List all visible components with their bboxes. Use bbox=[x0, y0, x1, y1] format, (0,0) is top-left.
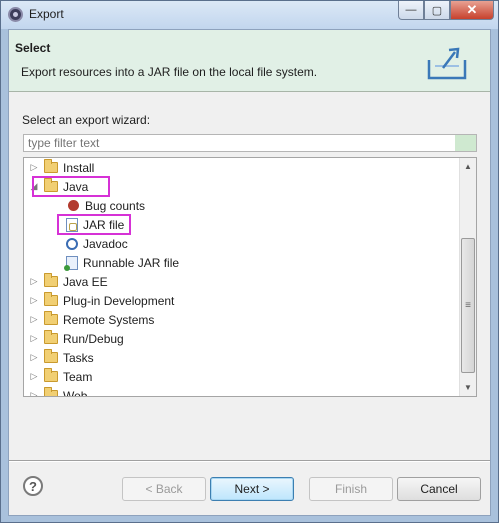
export-dialog: Export — ▢ ✕ Select Export resources int… bbox=[0, 0, 499, 523]
expand-arrow-icon[interactable]: ▷ bbox=[28, 162, 40, 173]
filter-input[interactable] bbox=[23, 134, 477, 152]
folder-icon bbox=[44, 273, 58, 287]
folder-open-icon bbox=[44, 178, 58, 192]
back-button[interactable]: < Back bbox=[122, 477, 206, 501]
runnable-jar-icon bbox=[64, 255, 78, 271]
tree-item-label: Install bbox=[63, 160, 95, 175]
close-button[interactable]: ✕ bbox=[450, 1, 494, 20]
expand-arrow-icon[interactable]: ▷ bbox=[28, 295, 40, 306]
jar-file-icon bbox=[66, 217, 78, 232]
minimize-button[interactable]: — bbox=[398, 1, 424, 20]
tree-item-label: Java EE bbox=[63, 274, 108, 289]
page-title: Select bbox=[15, 41, 51, 55]
tree-item-label: Plug-in Development bbox=[63, 293, 175, 308]
wizard-tree[interactable]: ▷ Install ◢ Java Bug counts JAR file Jav… bbox=[23, 157, 477, 397]
tree-item-label: Run/Debug bbox=[63, 331, 124, 346]
folder-icon bbox=[44, 159, 58, 173]
window-title: Export bbox=[29, 7, 64, 21]
dialog-client-area: Select Export resources into a JAR file … bbox=[8, 29, 491, 516]
javadoc-icon bbox=[66, 237, 78, 250]
maximize-button[interactable]: ▢ bbox=[424, 1, 450, 20]
expand-arrow-icon[interactable]: ▷ bbox=[28, 390, 40, 396]
eclipse-icon bbox=[8, 7, 23, 22]
tree-item-label: Javadoc bbox=[83, 236, 128, 251]
grip-icon: ≡ bbox=[465, 300, 471, 311]
tree-item-install[interactable]: ▷ Install bbox=[28, 158, 94, 177]
tree-item-java[interactable]: ◢ Java bbox=[28, 177, 88, 196]
folder-icon bbox=[44, 387, 58, 396]
tree-item-label: Bug counts bbox=[85, 198, 146, 213]
tree-item-label: Tasks bbox=[63, 350, 94, 365]
tree-item-web[interactable]: ▷ Web bbox=[28, 386, 88, 397]
finish-button[interactable]: Finish bbox=[309, 477, 393, 501]
expand-arrow-icon[interactable]: ▷ bbox=[28, 314, 40, 325]
filter-clear-icon[interactable] bbox=[455, 135, 476, 151]
expand-arrow-icon[interactable]: ▷ bbox=[28, 371, 40, 382]
tree-item-tasks[interactable]: ▷ Tasks bbox=[28, 348, 94, 367]
help-button[interactable]: ? bbox=[23, 476, 43, 496]
tree-item-plugin-development[interactable]: ▷ Plug-in Development bbox=[28, 291, 174, 310]
page-description: Export resources into a JAR file on the … bbox=[21, 65, 318, 79]
collapse-arrow-icon[interactable]: ◢ bbox=[28, 181, 40, 192]
next-button[interactable]: Next > bbox=[210, 477, 294, 501]
tree-item-label: Java bbox=[63, 179, 89, 194]
cancel-button[interactable]: Cancel bbox=[397, 477, 481, 501]
tree-item-javadoc[interactable]: Javadoc bbox=[66, 234, 128, 253]
title-bar[interactable]: Export — ▢ ✕ bbox=[1, 1, 498, 29]
button-bar-separator bbox=[9, 460, 490, 462]
folder-icon bbox=[44, 330, 58, 344]
expand-arrow-icon[interactable]: ▷ bbox=[28, 333, 40, 344]
expand-arrow-icon[interactable]: ▷ bbox=[28, 352, 40, 363]
tree-vertical-scrollbar[interactable]: ▲ ≡ ▼ bbox=[459, 158, 476, 396]
folder-icon bbox=[44, 311, 58, 325]
tree-item-remote-systems[interactable]: ▷ Remote Systems bbox=[28, 310, 154, 329]
wizard-header: Select Export resources into a JAR file … bbox=[9, 30, 490, 92]
export-wizard-icon bbox=[427, 47, 467, 80]
scroll-down-arrow-icon[interactable]: ▼ bbox=[460, 379, 476, 396]
wizard-list-label: Select an export wizard: bbox=[22, 113, 151, 127]
tree-item-label: Web bbox=[63, 388, 88, 397]
tree-item-run-debug[interactable]: ▷ Run/Debug bbox=[28, 329, 124, 348]
tree-item-bug-counts[interactable]: Bug counts bbox=[66, 196, 145, 215]
tree-item-team[interactable]: ▷ Team bbox=[28, 367, 92, 386]
tree-item-jar-file[interactable]: JAR file bbox=[66, 215, 124, 234]
scroll-up-arrow-icon[interactable]: ▲ bbox=[460, 158, 476, 175]
tree-item-runnable-jar[interactable]: Runnable JAR file bbox=[64, 253, 180, 272]
folder-icon bbox=[44, 368, 58, 382]
expand-arrow-icon[interactable]: ▷ bbox=[28, 276, 40, 287]
tree-item-java-ee[interactable]: ▷ Java EE bbox=[28, 272, 108, 291]
tree-item-label: Runnable JAR file bbox=[83, 255, 180, 270]
tree-item-label: Team bbox=[63, 369, 93, 384]
bug-icon bbox=[68, 200, 79, 211]
folder-icon bbox=[44, 349, 58, 363]
window-controls: — ▢ ✕ bbox=[398, 1, 494, 20]
folder-icon bbox=[44, 292, 58, 306]
tree-item-label: JAR file bbox=[83, 217, 125, 232]
tree-item-label: Remote Systems bbox=[63, 312, 155, 327]
scroll-thumb[interactable]: ≡ bbox=[461, 238, 475, 373]
